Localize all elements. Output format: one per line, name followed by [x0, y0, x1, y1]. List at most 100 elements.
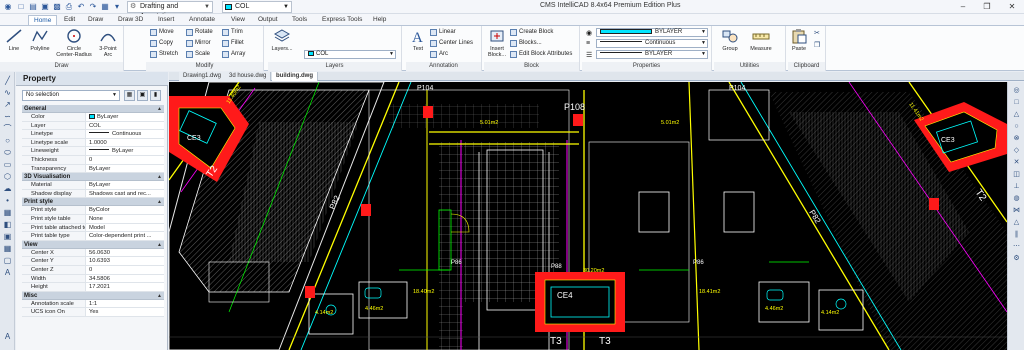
center-lines-button[interactable]: Center Lines — [430, 39, 473, 48]
node-snap-icon[interactable]: ⊗ — [1012, 134, 1021, 143]
tab-insert[interactable]: Insert — [153, 15, 179, 25]
extension-snap-icon[interactable]: ⋯ — [1012, 242, 1021, 251]
mirror-button[interactable]: Mirror — [186, 39, 211, 48]
arc-button[interactable]: 3-Point Arc — [94, 28, 122, 58]
doc-tab-3d-house[interactable]: 3d house.dwg — [225, 72, 272, 81]
scale-button[interactable]: Scale — [186, 50, 210, 59]
undo-icon[interactable]: ↶ — [76, 2, 86, 12]
hatch-tool-icon[interactable]: ▦ — [3, 208, 12, 217]
property-row-color[interactable]: Color ByLayer — [22, 113, 164, 122]
property-value[interactable]: ByLayer — [86, 147, 164, 155]
rectangle-tool-icon[interactable]: ▭ — [3, 160, 12, 169]
save-as-icon[interactable]: ▩ — [52, 2, 62, 12]
property-value[interactable]: 34.5806 — [86, 274, 164, 283]
text-style-tool-icon[interactable]: A — [3, 332, 12, 341]
tab-output[interactable]: Output — [253, 15, 283, 25]
quadrant-snap-icon[interactable]: ◇ — [1012, 146, 1021, 155]
layers-button[interactable]: Layers... — [269, 28, 295, 52]
edit-attributes-button[interactable]: Edit Block Attributes — [510, 50, 572, 59]
polyline-tool-icon[interactable]: ∿ — [3, 88, 12, 97]
tab-annotate[interactable]: Annotate — [184, 15, 220, 25]
property-row-center-x[interactable]: Center X 56.0630 — [22, 248, 164, 258]
doc-tab-building[interactable]: building.dwg — [272, 72, 318, 81]
table-tool-icon[interactable]: ▦ — [3, 244, 12, 253]
property-row-center-z[interactable]: Center Z0 — [22, 265, 164, 275]
restore-icon[interactable]: ❐ — [980, 1, 994, 13]
property-value[interactable]: Yes — [86, 308, 164, 316]
create-block-button[interactable]: Create Block — [510, 28, 553, 37]
text-tool-icon[interactable]: A — [3, 268, 12, 277]
drawing-canvas[interactable]: P104 P104 P108 CE3 CE3 CE4 T2 T2 T3 T3 P… — [169, 82, 1007, 350]
property-row-linetype[interactable]: Linetype Continuous — [22, 130, 164, 139]
workspace-combo[interactable]: ⚙ Drafting and Annotation ▼ — [127, 1, 213, 20]
parallel-snap-icon[interactable]: ∥ — [1012, 230, 1021, 239]
polyline-button[interactable]: Polyline — [26, 28, 54, 52]
section-misc[interactable]: Misc ▲ — [22, 291, 164, 300]
property-value[interactable]: Continuous — [86, 130, 164, 138]
nearest-snap-icon[interactable]: ⋈ — [1012, 206, 1021, 215]
app-menu-icon[interactable]: ◉ — [3, 2, 13, 12]
intersection-snap-icon[interactable]: ✕ — [1012, 158, 1021, 167]
point-tool-icon[interactable]: • — [3, 196, 12, 205]
property-value[interactable]: Color-dependent print ... — [86, 232, 164, 240]
linetype-combo[interactable]: Continuous ▼ — [596, 39, 708, 48]
section-print-style[interactable]: Print style ▲ — [22, 198, 164, 207]
redo-icon[interactable]: ↷ — [88, 2, 98, 12]
array-button[interactable]: Array — [222, 50, 245, 59]
tangent-snap-icon[interactable]: ◍ — [1012, 194, 1021, 203]
snap-settings-icon[interactable]: ⚙ — [1012, 254, 1021, 263]
property-value[interactable]: ByLayer — [86, 164, 164, 173]
property-row-layer[interactable]: Layer COL — [22, 121, 164, 131]
perpendicular-snap-icon[interactable]: ⊥ — [1012, 182, 1021, 191]
move-button[interactable]: Move — [150, 28, 174, 37]
section-view[interactable]: View ▲ — [22, 240, 164, 249]
wipeout-tool-icon[interactable]: ▢ — [3, 256, 12, 265]
property-row-width[interactable]: Width 34.5806 — [22, 274, 164, 284]
property-row-print-style[interactable]: Print style ByColor — [22, 206, 164, 215]
quick-select-button[interactable]: ▦ — [124, 90, 135, 101]
center-snap-icon[interactable]: ○ — [1012, 122, 1021, 131]
quick-layer-combo[interactable]: COL ▼ — [222, 1, 292, 13]
region-tool-icon[interactable]: ◧ — [3, 220, 12, 229]
endpoint-snap-icon[interactable]: □ — [1012, 98, 1021, 107]
circle-tool-icon[interactable]: ○ — [3, 136, 12, 145]
tab-home[interactable]: Home — [28, 15, 58, 25]
property-value[interactable]: 1:1 — [86, 299, 164, 308]
color-combo[interactable]: BYLAYER ▼ — [596, 28, 708, 37]
close-icon[interactable]: ✕ — [1005, 1, 1019, 13]
section-3d-visualisation[interactable]: 3D Visualisation ▲ — [22, 173, 164, 182]
property-value[interactable]: None — [86, 214, 164, 223]
tab-express-tools[interactable]: Express Tools — [317, 15, 367, 25]
property-row-transparency[interactable]: Transparency ByLayer — [22, 164, 164, 174]
property-row-center-y[interactable]: Center Y 10.6393 — [22, 257, 164, 266]
polygon-tool-icon[interactable]: ⬡ — [3, 172, 12, 181]
properties-icon[interactable]: ▦ — [100, 2, 110, 12]
blocks-button[interactable]: Blocks... — [510, 39, 542, 48]
property-row-linetype-scale[interactable]: Linetype scale 1.0000 — [22, 138, 164, 148]
tab-view[interactable]: View — [226, 15, 250, 25]
cut-icon[interactable]: ✂ — [814, 29, 820, 37]
pickadd-toggle-button[interactable]: ▮ — [150, 90, 161, 101]
property-value[interactable]: 10.6393 — [86, 257, 164, 265]
insert-block-button[interactable]: Insert Block... — [485, 28, 509, 58]
property-row-print-style-table[interactable]: Print style table None — [22, 214, 164, 224]
tab-help[interactable]: Help — [368, 15, 391, 25]
tab-edit[interactable]: Edit — [59, 15, 80, 25]
copy-button[interactable]: Copy — [150, 39, 173, 48]
fillet-button[interactable]: Fillet — [222, 39, 244, 48]
paste-button[interactable]: Paste — [788, 28, 810, 52]
osnap-icon[interactable]: ◎ — [1012, 86, 1021, 95]
selection-combo[interactable]: No selection ▼ — [22, 90, 120, 101]
insertion-snap-icon[interactable]: ◫ — [1012, 170, 1021, 179]
property-value[interactable]: ByLayer — [86, 113, 164, 121]
lineweight-combo[interactable]: BYLAYER ▼ — [596, 50, 708, 59]
property-row-height[interactable]: Height 17.2021 — [22, 283, 164, 292]
property-row-shadow-display[interactable]: Shadow display Shadows cast and rec... — [22, 189, 164, 199]
line-button[interactable]: Line — [2, 28, 26, 52]
select-objects-button[interactable]: ▣ — [137, 90, 148, 101]
doc-tab-drawing1[interactable]: Drawing1.dwg — [179, 72, 227, 81]
property-row-print-table-type[interactable]: Print table type Color-dependent print ..… — [22, 232, 164, 241]
property-value[interactable]: 17.2021 — [86, 283, 164, 291]
text-button[interactable]: A Text — [407, 28, 429, 52]
midpoint-snap-icon[interactable]: △ — [1012, 110, 1021, 119]
